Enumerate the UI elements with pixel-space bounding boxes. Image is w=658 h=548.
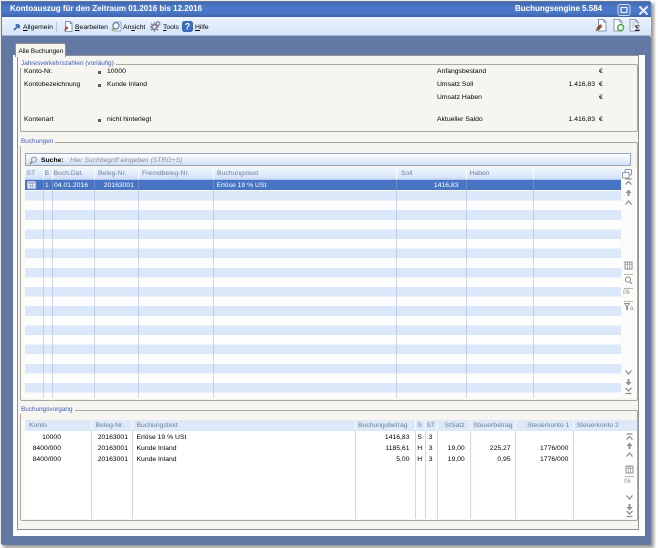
- svg-text:a: a: [630, 306, 634, 311]
- svg-text:Σ: Σ: [635, 23, 641, 32]
- svg-text:?: ?: [185, 22, 191, 32]
